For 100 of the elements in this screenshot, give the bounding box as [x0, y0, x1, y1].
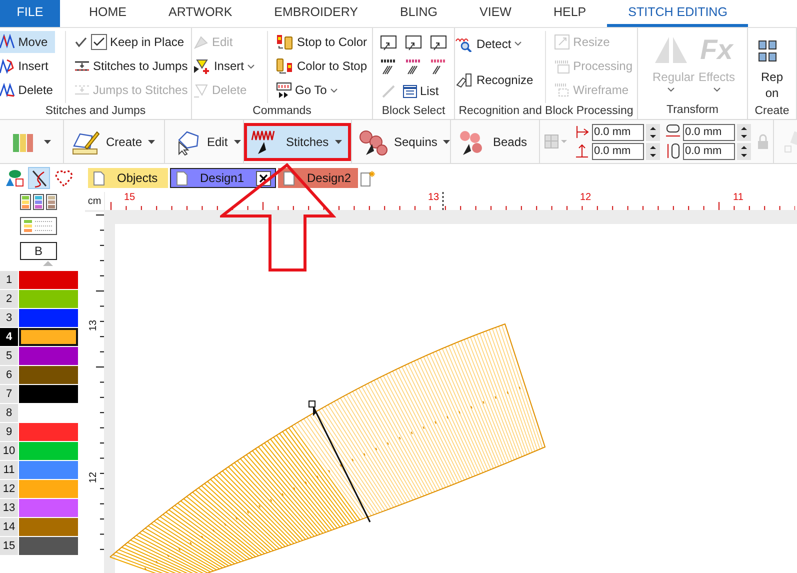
color-swatch[interactable] [19, 385, 78, 403]
position-icon [574, 124, 590, 140]
ribbon-button[interactable]: Go To [274, 79, 370, 101]
size-icon [665, 143, 681, 159]
menu-tab[interactable]: EMBROIDERY [253, 0, 379, 27]
color-number[interactable]: 10 [0, 442, 18, 460]
menu-tab[interactable]: ARTWORK [148, 0, 254, 27]
stitch-delete-icon [0, 82, 16, 98]
document-tab[interactable]: Objects [88, 168, 168, 188]
spin-buttons-icon [646, 142, 660, 160]
ruler-label: 13 [88, 320, 100, 332]
ribbon-button[interactable]: Stitches to Jumps [72, 55, 190, 77]
menu-tab[interactable]: STITCH EDITING [607, 0, 748, 27]
ribbon-button[interactable]: Recognize [453, 68, 536, 90]
caret-icon [148, 140, 156, 144]
color-swatch[interactable] [19, 461, 78, 479]
group-label: Transform [666, 102, 720, 118]
group-label: Stitches and Jumps [44, 104, 147, 119]
color-number[interactable]: 4 [0, 328, 18, 346]
color-swatch[interactable] [19, 347, 78, 365]
document-tab[interactable]: Design2 [278, 168, 358, 188]
number-field[interactable]: 0.0 mm [592, 142, 644, 160]
group-label: Commands [252, 104, 312, 119]
color-swatch[interactable] [19, 271, 78, 289]
ribbon-button[interactable]: Stop to Color [274, 31, 370, 53]
color-swatch[interactable] [19, 309, 78, 327]
color-swatch[interactable] [19, 518, 78, 536]
color-swatch[interactable] [19, 366, 78, 384]
page-icon [283, 170, 295, 186]
caret-icon [443, 140, 450, 144]
color-number[interactable]: 14 [0, 518, 18, 536]
position-icon [574, 143, 590, 159]
ribbon-button[interactable]: Color to Stop [274, 55, 370, 77]
caret-icon [234, 140, 241, 144]
group-label: Block Select [380, 104, 446, 119]
color-swatch[interactable] [19, 423, 78, 441]
toolbar-button[interactable]: Create [64, 122, 164, 160]
ribbon-button[interactable]: Keep in Place [72, 31, 190, 53]
color-number[interactable]: 5 [0, 347, 18, 365]
color-swatch[interactable] [19, 328, 78, 346]
menu-tab[interactable]: FILE [0, 0, 60, 27]
color-number[interactable]: 9 [0, 423, 18, 441]
tool-button[interactable] [3, 167, 25, 189]
number-field[interactable]: 0.0 mm [683, 124, 735, 140]
stitch-insert-icon [0, 58, 16, 74]
color-number[interactable]: 1 [0, 271, 18, 289]
tool-button[interactable] [28, 167, 50, 189]
color-swatch[interactable] [19, 537, 78, 555]
new-tab-icon [360, 170, 376, 186]
toolbar-button[interactable]: Edit [165, 122, 243, 160]
checkbox[interactable] [90, 34, 107, 50]
sequins-icon [358, 128, 388, 156]
processing-icon [554, 58, 570, 74]
chevron-icon [514, 41, 522, 46]
list-button[interactable]: List [401, 80, 441, 102]
color-number[interactable]: 3 [0, 309, 18, 327]
block-select-icon [404, 34, 422, 52]
number-field[interactable]: 0.0 mm [683, 142, 735, 160]
color-number[interactable]: 8 [0, 404, 18, 422]
menu-tab[interactable]: HELP [532, 0, 608, 27]
marker-insert-icon [192, 58, 211, 74]
color-number[interactable]: 2 [0, 290, 18, 308]
ribbon-button[interactable]: Insert [0, 55, 55, 77]
color-swatch[interactable] [19, 499, 78, 517]
document-tab[interactable]: Design1 [170, 168, 276, 188]
color-number[interactable]: 7 [0, 385, 18, 403]
spin-buttons-icon [646, 124, 660, 140]
color-swatch[interactable] [19, 442, 78, 460]
toolbar-button[interactable]: Sequins [352, 122, 450, 160]
color-swatch[interactable] [19, 480, 78, 498]
ribbon-button[interactable]: Delete [0, 79, 55, 101]
color-number[interactable]: 15 [0, 537, 18, 555]
ruler-label: 12 [88, 472, 100, 484]
color-number[interactable]: 11 [0, 461, 18, 479]
spool-icon [276, 58, 294, 74]
toolbar-button[interactable]: Beads [451, 122, 539, 160]
ruler-label: 11 [733, 193, 744, 203]
toolbar-button[interactable]: Stitches [244, 122, 351, 160]
menu-tab[interactable]: HOME [68, 0, 148, 27]
block-select-icon [430, 58, 448, 76]
group-label: Recognition and Block Processing [458, 104, 634, 119]
page-icon [93, 170, 105, 186]
color-number[interactable]: 12 [0, 480, 18, 498]
color-number[interactable]: 6 [0, 366, 18, 384]
block-select-icon [380, 34, 398, 52]
color-number[interactable]: 13 [0, 499, 18, 517]
ribbon-button[interactable]: Detect [453, 32, 536, 54]
menu-tab[interactable]: BLING [379, 0, 459, 27]
ribbon-button[interactable]: Move [0, 31, 55, 53]
color-swatch[interactable] [19, 290, 78, 308]
menu-tab[interactable]: VIEW [458, 0, 532, 27]
number-field[interactable]: 0.0 mm [592, 124, 644, 140]
chevron-icon [666, 87, 674, 92]
zigzag-stitch-icon [0, 34, 16, 50]
ribbon-button[interactable]: Insert [190, 55, 257, 77]
block-label[interactable]: B [20, 242, 57, 260]
palette-icon [20, 194, 31, 210]
large-button[interactable]: Rep on [753, 31, 791, 103]
detect-icon [455, 36, 474, 52]
palette-icon [33, 194, 44, 210]
